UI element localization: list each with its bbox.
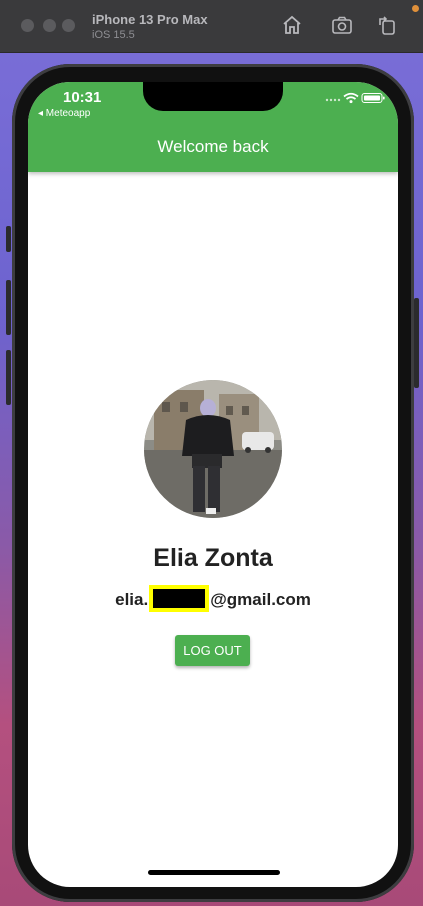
user-name: Elia Zonta <box>153 544 273 572</box>
zoom-window-button[interactable] <box>62 19 75 32</box>
home-indicator[interactable] <box>148 870 280 875</box>
email-suffix: @gmail.com <box>210 590 311 609</box>
phone-screen: 10:31 ◂ Meteoapp Welcome back Elia Zonta… <box>28 82 398 887</box>
page-title: Welcome back <box>157 137 269 156</box>
volume-down-button <box>6 350 11 405</box>
power-button <box>414 298 419 388</box>
user-email: elia. @gmail.com <box>28 585 398 612</box>
signal-icon <box>325 98 341 102</box>
volume-up-button <box>6 280 11 335</box>
wifi-icon <box>343 92 359 104</box>
battery-icon <box>361 93 385 103</box>
app-bar: 10:31 ◂ Meteoapp Welcome back <box>28 82 398 172</box>
simulator-title-bar: iPhone 13 Pro Max iOS 15.5 <box>0 0 423 53</box>
rotate-icon[interactable] <box>376 14 398 36</box>
back-to-app-link[interactable]: ◂ Meteoapp <box>38 108 90 119</box>
device-name: iPhone 13 Pro Max <box>92 12 208 27</box>
os-version: iOS 15.5 <box>92 29 135 41</box>
home-icon[interactable] <box>281 14 303 36</box>
screenshot-icon[interactable] <box>331 14 353 36</box>
close-window-button[interactable] <box>21 19 34 32</box>
status-time: 10:31 <box>63 89 102 106</box>
recording-indicator-dot <box>412 5 419 12</box>
silent-switch <box>6 226 11 252</box>
status-icons <box>325 92 385 104</box>
notch <box>143 82 283 111</box>
logout-button[interactable]: LOG OUT <box>175 635 250 666</box>
email-prefix: elia. <box>115 590 149 609</box>
minimize-window-button[interactable] <box>43 19 56 32</box>
profile-avatar <box>144 380 282 518</box>
redaction-box <box>149 585 210 612</box>
